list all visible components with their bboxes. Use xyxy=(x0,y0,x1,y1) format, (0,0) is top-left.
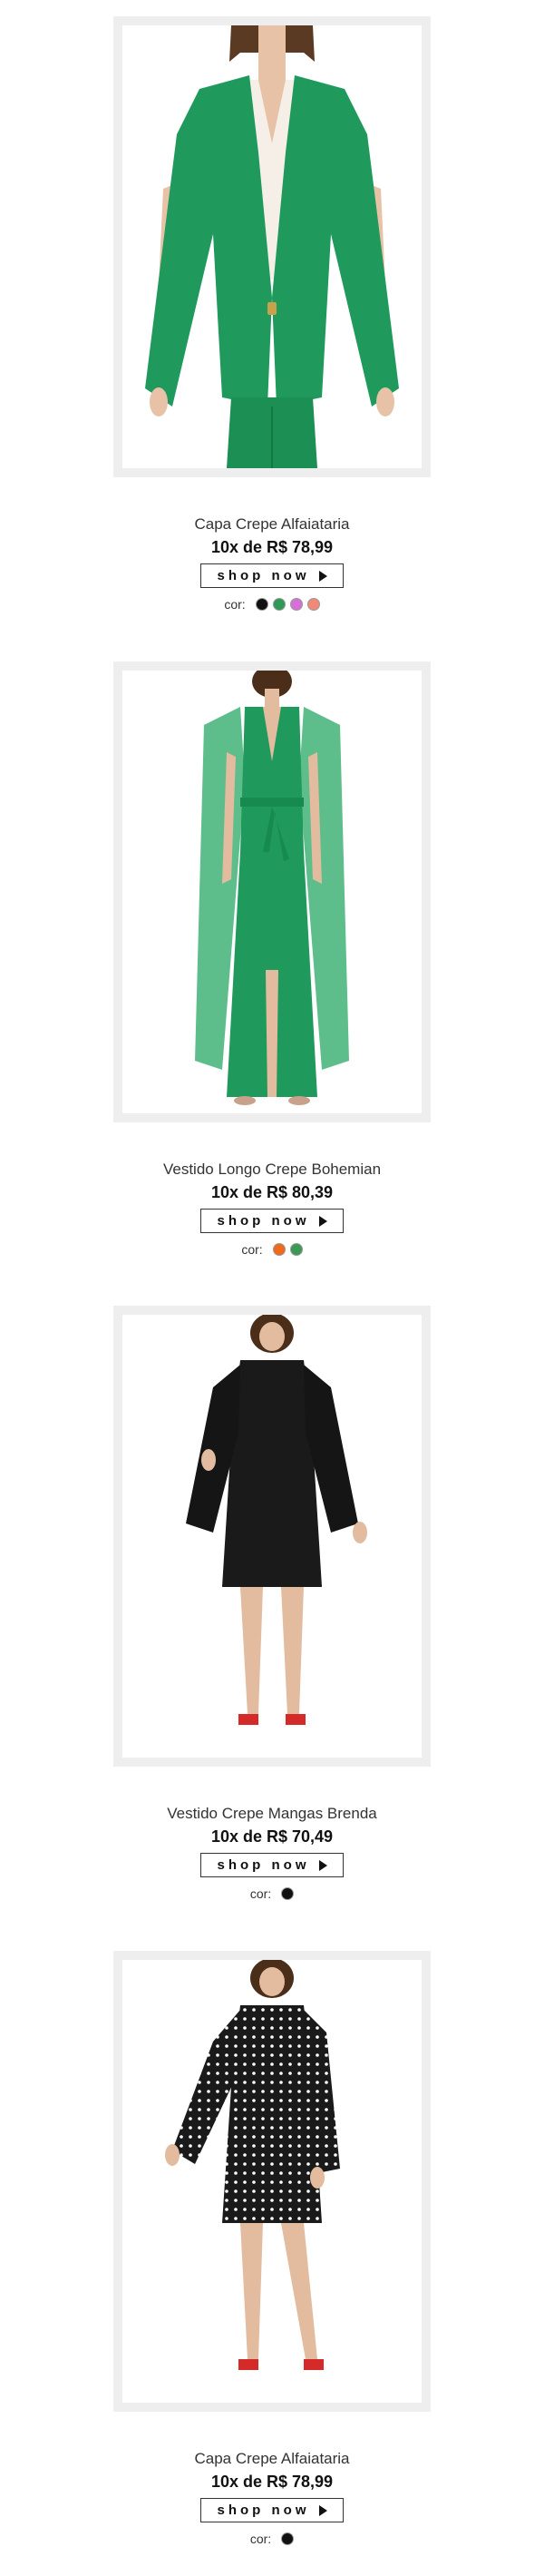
shop-now-label: shop now xyxy=(217,568,310,583)
color-swatch-black[interactable] xyxy=(255,598,268,611)
shop-now-button[interactable]: shop now xyxy=(200,1853,344,1877)
color-label: cor: xyxy=(249,2532,272,2546)
product-image-frame[interactable] xyxy=(113,1951,431,2412)
color-swatch-orange[interactable] xyxy=(272,1243,286,1256)
product-image[interactable] xyxy=(122,1960,422,2403)
product-price: 10x de R$ 78,99 xyxy=(210,2473,334,2491)
color-options: cor: xyxy=(0,2532,544,2546)
play-arrow-icon xyxy=(318,2504,327,2516)
color-label: cor: xyxy=(249,1886,272,1901)
color-label: cor: xyxy=(241,1242,263,1257)
product-name[interactable]: Capa Crepe Alfaiataria xyxy=(0,515,544,534)
product-image-frame[interactable] xyxy=(113,1306,431,1767)
product-name[interactable]: Capa Crepe Alfaiataria xyxy=(0,2450,544,2468)
product-image-frame[interactable] xyxy=(113,16,431,477)
product-price: 10x de R$ 78,99 xyxy=(210,538,334,556)
product-price: 10x de R$ 80,39 xyxy=(210,1183,334,1201)
color-swatch-coral[interactable] xyxy=(306,598,320,611)
color-options: cor: xyxy=(0,597,544,612)
product-image[interactable] xyxy=(122,671,422,1113)
shop-now-button[interactable]: shop now xyxy=(200,2498,344,2522)
play-arrow-icon xyxy=(318,570,327,582)
product-price: 10x de R$ 70,49 xyxy=(210,1827,334,1846)
color-swatch-black[interactable] xyxy=(281,2532,295,2545)
color-swatch-green[interactable] xyxy=(289,1243,303,1256)
shop-now-button[interactable]: shop now xyxy=(200,563,344,588)
color-options: cor: xyxy=(0,1242,544,1257)
color-swatch-black[interactable] xyxy=(281,1887,295,1900)
color-label: cor: xyxy=(224,597,246,612)
product-image-frame[interactable] xyxy=(113,661,431,1122)
shop-now-label: shop now xyxy=(217,1857,310,1873)
play-arrow-icon xyxy=(318,1215,327,1227)
color-swatch-green[interactable] xyxy=(272,598,286,611)
play-arrow-icon xyxy=(318,1859,327,1871)
product-image[interactable] xyxy=(122,25,422,468)
product-image[interactable] xyxy=(122,1315,422,1758)
product-name[interactable]: Vestido Longo Crepe Bohemian xyxy=(0,1161,544,1179)
shop-now-label: shop now xyxy=(217,2503,310,2518)
product-name[interactable]: Vestido Crepe Mangas Brenda xyxy=(0,1805,544,1823)
color-options: cor: xyxy=(0,1886,544,1901)
color-swatch-pink[interactable] xyxy=(289,598,303,611)
shop-now-label: shop now xyxy=(217,1213,310,1229)
shop-now-button[interactable]: shop now xyxy=(200,1209,344,1233)
